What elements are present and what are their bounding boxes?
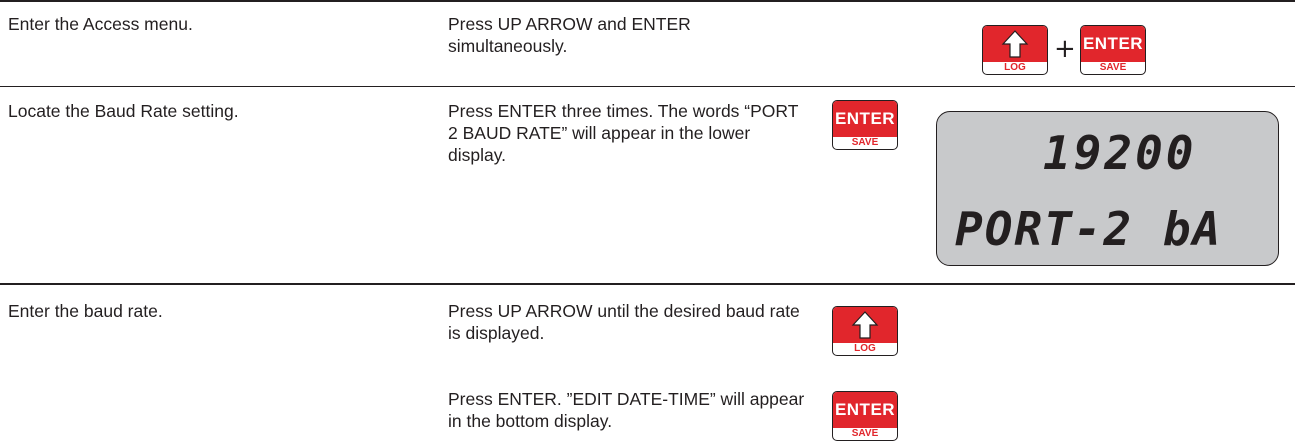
log-label: LOG xyxy=(1004,62,1026,73)
table-top-rule xyxy=(0,0,1295,2)
step-3-instruction-1: Press UP ARROW until the desired baud ra… xyxy=(448,301,800,343)
lcd-lower-line: PORT-2 bA xyxy=(955,202,1223,256)
save-label: SAVE xyxy=(851,428,879,439)
step-3-action: Enter the baud rate. xyxy=(8,301,163,321)
enter-label: ENTER xyxy=(834,109,896,128)
step-3-instruction-2: Press ENTER. ”EDIT DATE-TIME” will appea… xyxy=(448,389,805,431)
lcd-display: 19200 PORT-2 bA xyxy=(936,111,1279,266)
up-arrow-icon xyxy=(851,311,879,339)
enter-label: ENTER xyxy=(834,400,896,419)
step-1-action: Enter the Access menu. xyxy=(8,14,193,34)
step-1-instruction: Press UP ARROW and ENTER simultaneously. xyxy=(448,14,691,56)
lcd-upper-line: 19200 xyxy=(1043,126,1197,180)
step-2-action: Locate the Baud Rate setting. xyxy=(8,101,239,121)
up-arrow-key: LOG xyxy=(982,25,1048,75)
save-label: SAVE xyxy=(851,137,879,148)
enter-key: ENTER SAVE xyxy=(832,100,898,150)
up-arrow-icon xyxy=(1001,30,1029,58)
enter-key: ENTER SAVE xyxy=(832,391,898,441)
up-arrow-key: LOG xyxy=(832,306,898,356)
save-label: SAVE xyxy=(1099,62,1127,73)
enter-key: ENTER SAVE xyxy=(1080,25,1146,75)
plus-sign: + xyxy=(1054,34,1076,64)
row-divider-1 xyxy=(0,86,1295,87)
enter-label: ENTER xyxy=(1082,34,1144,53)
row-divider-2 xyxy=(0,283,1295,285)
step-2-instruction: Press ENTER three times. The words “PORT… xyxy=(448,101,799,165)
log-label: LOG xyxy=(854,343,876,354)
